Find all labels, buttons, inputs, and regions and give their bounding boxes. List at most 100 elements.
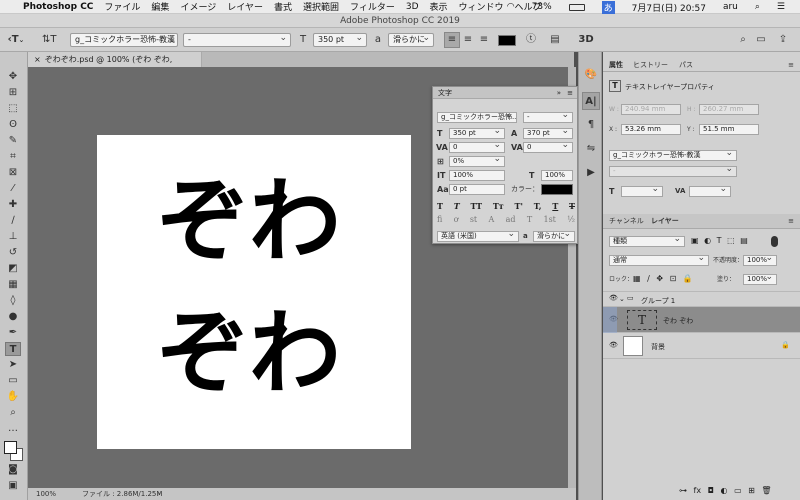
tab-layers[interactable]: レイヤー (651, 214, 679, 228)
menu-window[interactable]: ウィンドウ (459, 0, 504, 13)
text-color-swatch[interactable] (498, 35, 516, 46)
workspace-icon[interactable]: ▭ (754, 33, 768, 47)
moji-baseline-field[interactable]: 0 pt (449, 184, 505, 195)
visibility-eye-icon[interactable]: 👁 (609, 294, 618, 302)
clock[interactable]: 7月7日(日) 20:57 (632, 1, 706, 14)
eraser-tool-icon[interactable]: ◩ (5, 262, 21, 276)
menu-3d[interactable]: 3D (406, 2, 419, 12)
moji-leading-field[interactable]: 370 pt (523, 128, 573, 139)
character-panel-icon[interactable]: ▤ (548, 33, 562, 47)
hand-tool-icon[interactable]: ✋ (5, 390, 21, 404)
menu-layer[interactable]: レイヤー (227, 0, 263, 13)
home-tool-icon[interactable]: ‹T⌄ (6, 33, 26, 47)
tab-history[interactable]: ヒストリー (633, 58, 668, 72)
properties-tracking-field[interactable] (689, 186, 731, 197)
layer-name[interactable]: グループ 1 (641, 296, 675, 306)
superscript-button[interactable]: T' (515, 201, 523, 211)
collapse-icon[interactable]: » (557, 87, 561, 99)
moji-tsume-field[interactable]: 0% (449, 156, 505, 167)
screen-mode-icon[interactable]: ▣ (5, 479, 21, 493)
frame-tool-icon[interactable]: ⊠ (5, 166, 21, 180)
menu-image[interactable]: イメージ (180, 0, 216, 13)
underline-button[interactable]: T (552, 201, 558, 211)
moji-vscale-field[interactable]: 100% (449, 170, 505, 181)
document-canvas[interactable]: ぞわ ぞわ (97, 135, 411, 449)
input-method-icon[interactable]: あ (601, 0, 615, 14)
move-tool-icon[interactable]: ✥ (5, 70, 21, 84)
quick-mask-icon[interactable]: ◙ (5, 463, 21, 477)
fractions-button[interactable]: ½ (567, 215, 575, 224)
pixel-filter-icon[interactable]: ▣ (691, 236, 699, 245)
properties-style-select[interactable]: - (609, 166, 737, 177)
font-size-select[interactable]: 350 pt (313, 33, 367, 47)
layer-name[interactable]: ぞわ ぞわ (663, 316, 693, 326)
faux-bold-button[interactable]: T (437, 201, 443, 211)
search-icon[interactable]: ⌕ (755, 2, 760, 12)
battery-icon[interactable] (568, 3, 585, 11)
moji-font-select[interactable]: g_コミックホラー恐怖... (437, 112, 517, 123)
more-tools-icon[interactable]: … (5, 422, 21, 436)
character-panel-icon[interactable]: A| (582, 92, 600, 110)
swash-button[interactable]: A (488, 215, 494, 224)
zoom-tool-icon[interactable]: ⌕ (5, 406, 21, 420)
moji-antialias-select[interactable]: 滑らかに (533, 231, 575, 242)
notification-icon[interactable]: ☰ (777, 2, 785, 12)
properties-font-select[interactable]: g_コミックホラー恐怖-教漢 (609, 150, 737, 161)
shape-filter-icon[interactable]: ⬚ (727, 236, 735, 245)
status-arrow-icon[interactable]: › (158, 488, 161, 500)
adjustment-filter-icon[interactable]: ◐ (704, 236, 711, 245)
font-style-select[interactable]: - (183, 33, 291, 47)
antialias-select[interactable]: 滑らかに (388, 33, 434, 47)
paragraph-panel-icon[interactable]: ¶ (583, 118, 599, 132)
blend-mode-select[interactable]: 通常 (609, 255, 709, 266)
layer-row-text[interactable]: 👁 T ぞわ ぞわ (603, 307, 800, 333)
lock-artboard-icon[interactable]: ⊡ (670, 274, 677, 283)
lasso-tool-icon[interactable]: ʘ (5, 118, 21, 132)
titling-alternates-button[interactable]: T (527, 215, 532, 224)
quick-select-tool-icon[interactable]: ✎ (5, 134, 21, 148)
marquee-tool-icon[interactable]: ⬚ (5, 102, 21, 116)
history-brush-tool-icon[interactable]: ↺ (5, 246, 21, 260)
crop-tool-icon[interactable]: ⌗ (5, 150, 21, 164)
moji-tracking-field[interactable]: 0 (523, 142, 573, 153)
filter-toggle[interactable] (771, 236, 778, 247)
foreground-color-swatch[interactable] (4, 441, 17, 454)
smart-object-filter-icon[interactable]: ▤ (740, 236, 748, 245)
menu-file[interactable]: ファイル (104, 0, 140, 13)
adjustment-layer-icon[interactable]: ◐ (721, 486, 728, 495)
layer-name[interactable]: 背景 (651, 342, 665, 352)
font-family-select[interactable]: g_コミックホラー恐怖-教漢 (70, 33, 178, 47)
add-mask-icon[interactable]: ◘ (708, 486, 714, 495)
x-field[interactable]: 53.26 mm (621, 124, 681, 135)
wifi-icon[interactable]: ◠ (507, 2, 515, 12)
type-tool-icon[interactable]: T (5, 342, 21, 356)
layer-row-group[interactable]: 👁 ⌄ ▭ グループ 1 (603, 291, 800, 307)
menu-filter[interactable]: フィルター (350, 0, 395, 13)
faux-italic-button[interactable]: T (454, 201, 460, 211)
menu-type[interactable]: 書式 (274, 0, 292, 13)
healing-tool-icon[interactable]: ✚ (5, 198, 21, 212)
link-layers-icon[interactable]: ⊶ (679, 486, 687, 495)
panel-menu-icon[interactable]: ≡ (788, 58, 794, 72)
alt-ligature-button[interactable]: ơ (454, 215, 459, 224)
share-icon[interactable]: ⇪ (776, 33, 790, 47)
stylistic-alternates-button[interactable]: ad (506, 215, 516, 224)
menu-select[interactable]: 選択範囲 (303, 0, 339, 13)
search-icon[interactable]: ⌕ (736, 33, 750, 47)
lock-transparent-icon[interactable]: ▦ (633, 274, 641, 283)
moji-hscale-field[interactable]: 100% (541, 170, 573, 181)
moji-style-select[interactable]: - (523, 112, 573, 123)
discretionary-ligature-button[interactable]: st (470, 215, 477, 224)
fill-field[interactable]: 100% (743, 274, 777, 285)
document-tab[interactable]: ×ぞわぞわ.psd @ 100% (ぞわ ぞわ, RGB/8#) * (28, 52, 202, 79)
panel-menu-icon[interactable]: ≡ (567, 87, 573, 99)
properties-size-field[interactable] (621, 186, 663, 197)
strikethrough-button[interactable]: T (569, 201, 575, 211)
menu-app-name[interactable]: Photoshop CC (23, 2, 93, 12)
tab-properties[interactable]: 属性 (609, 58, 623, 72)
warp-text-icon[interactable]: ⓣ (524, 33, 538, 47)
color-panel-icon[interactable]: 🎨 (583, 68, 599, 82)
artboard-tool-icon[interactable]: ⊞ (5, 86, 21, 100)
subscript-button[interactable]: T, (534, 201, 542, 211)
blur-tool-icon[interactable]: ◊ (5, 294, 21, 308)
